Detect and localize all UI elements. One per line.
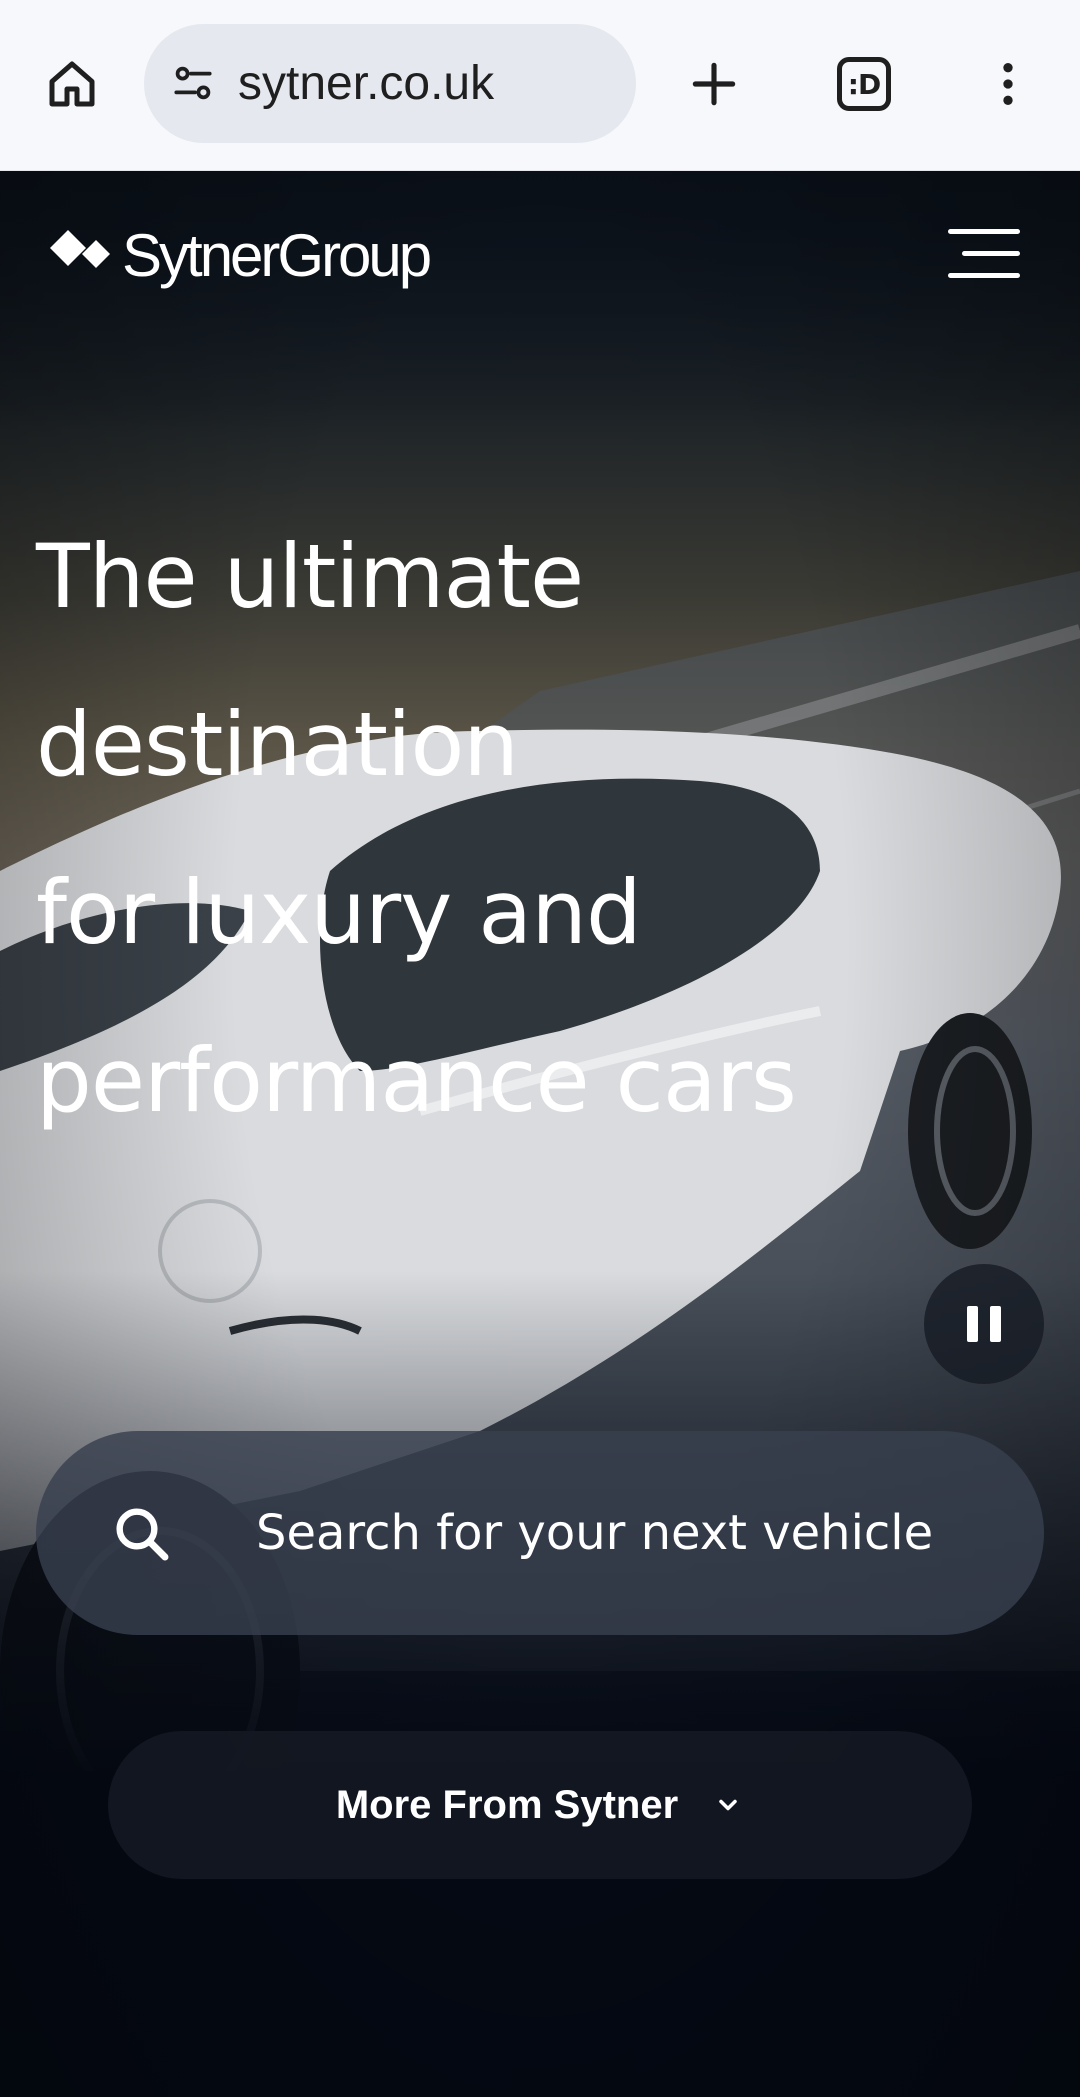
vehicle-search-input[interactable]: Search for your next vehicle xyxy=(36,1431,1044,1635)
new-tab-button[interactable] xyxy=(680,50,748,118)
pause-icon xyxy=(967,1306,978,1342)
site-settings-icon[interactable] xyxy=(166,57,220,111)
url-text[interactable]: sytner.co.uk xyxy=(238,56,494,111)
sytner-logo[interactable]: SytnerGroup xyxy=(46,215,432,295)
more-from-sytner-label: More From Sytner xyxy=(335,1782,679,1827)
logo-text: SytnerGroup xyxy=(122,221,432,289)
site-menu-button[interactable] xyxy=(944,223,1020,285)
headline-line-1: The ultimate destination xyxy=(36,525,584,796)
hamburger-menu-icon xyxy=(948,229,1020,234)
logo-mark-icon xyxy=(50,230,110,268)
search-placeholder[interactable]: Search for your next vehicle xyxy=(256,1505,933,1561)
plus-icon xyxy=(692,62,736,106)
browser-menu-button[interactable] xyxy=(974,50,1042,118)
browser-toolbar: sytner.co.uk :D xyxy=(0,0,1080,171)
search-icon xyxy=(106,1498,176,1568)
pause-video-button[interactable] xyxy=(924,1264,1044,1384)
more-from-sytner-button[interactable]: More From Sytner xyxy=(108,1731,972,1879)
home-icon xyxy=(49,61,95,107)
tab-switcher-button[interactable]: :D xyxy=(830,50,898,118)
hero-headline: The ultimate destination for luxury and … xyxy=(36,493,1046,1165)
headline-line-3: performance cars xyxy=(36,1029,797,1132)
pause-icon-bar xyxy=(990,1306,1001,1342)
hamburger-line xyxy=(962,251,1020,256)
tab-count-badge: :D xyxy=(837,57,891,111)
address-bar[interactable]: sytner.co.uk xyxy=(144,24,636,143)
home-button[interactable] xyxy=(38,50,106,118)
more-vert-icon xyxy=(1003,63,1013,105)
chevron-down-icon xyxy=(714,1790,744,1820)
hero-section: SytnerGroup The ultimate destination for… xyxy=(0,171,1080,2097)
headline-line-2: for luxury and xyxy=(36,861,642,964)
hamburger-line xyxy=(948,273,1020,278)
